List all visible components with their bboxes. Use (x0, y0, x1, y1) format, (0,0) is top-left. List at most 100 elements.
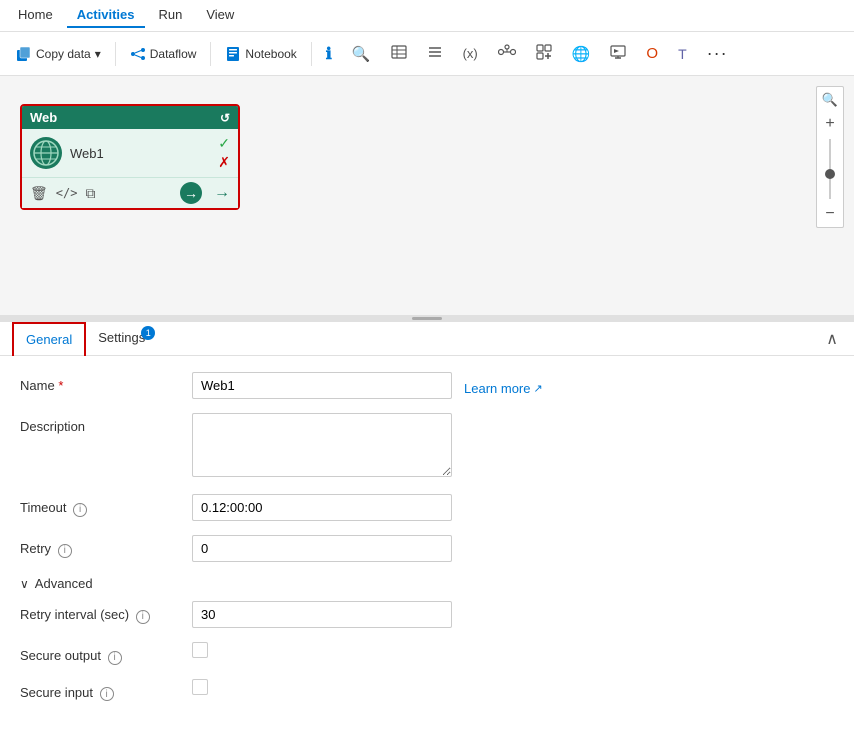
more-icon: ··· (707, 43, 728, 64)
name-input[interactable] (192, 372, 452, 399)
retry-interval-info-icon[interactable]: i (136, 610, 150, 624)
tab-settings[interactable]: Settings 1 (86, 322, 157, 355)
code-button[interactable]: </> (56, 186, 78, 200)
timeout-label: Timeout i (20, 494, 180, 517)
form-body: Name * Learn more ↗ Description (0, 356, 854, 731)
activity-node-header: Web ↺ (22, 106, 238, 129)
info-icon: ℹ (326, 44, 332, 64)
separator2 (210, 42, 211, 66)
expression-button[interactable]: (x) (455, 42, 486, 65)
secure-output-label: Secure output i (20, 642, 180, 665)
secure-input-label: Secure input i (20, 679, 180, 702)
properties-tabs: General Settings 1 ∧ (0, 322, 854, 356)
description-row: Description (20, 413, 834, 480)
table-button[interactable] (383, 40, 415, 67)
more-button[interactable]: ··· (699, 39, 736, 68)
secure-output-control (192, 642, 834, 658)
description-input[interactable] (192, 413, 452, 477)
fail-indicator: ✗ (218, 154, 230, 171)
success-indicator: ✓ (218, 135, 230, 152)
timeout-control (192, 494, 834, 521)
dataflow-button[interactable]: Dataflow (122, 42, 205, 66)
retry-interval-control (192, 601, 834, 628)
list-icon (427, 44, 443, 63)
copy-data-button[interactable]: Copy data ▾ (8, 42, 109, 66)
expression-icon: (x) (463, 46, 478, 61)
retry-control (192, 535, 834, 562)
run-button[interactable]: → (180, 182, 202, 204)
canvas-area[interactable]: Web ↺ Web1 ✓ ✗ (0, 76, 854, 315)
retry-input[interactable] (192, 535, 452, 562)
menu-run[interactable]: Run (149, 3, 193, 28)
secure-output-info-icon[interactable]: i (108, 651, 122, 665)
pipeline-icon (498, 44, 516, 63)
tab-general[interactable]: General (12, 322, 86, 356)
refresh-icon: ↺ (220, 111, 230, 125)
secure-output-row: Secure output i (20, 642, 834, 665)
timeout-info-icon[interactable]: i (73, 503, 87, 517)
copy-button[interactable]: ⧉ (85, 185, 95, 202)
office-icon: O (646, 45, 658, 62)
dataflow-icon (130, 46, 146, 62)
retry-interval-label: Retry interval (sec) i (20, 601, 180, 624)
learn-more-link[interactable]: Learn more ↗ (464, 375, 543, 396)
description-control (192, 413, 834, 480)
activity-node[interactable]: Web ↺ Web1 ✓ ✗ (20, 104, 240, 210)
zoom-out-button[interactable]: − (819, 203, 841, 225)
activity-node-body: Web1 ✓ ✗ (22, 129, 238, 177)
name-row: Name * Learn more ↗ (20, 372, 834, 399)
globe-icon: 🌐 (572, 45, 591, 63)
zoom-controls: 🔍 + − (816, 86, 844, 228)
search-button[interactable]: 🔍 (344, 41, 379, 67)
menu-view[interactable]: View (196, 3, 244, 28)
copy-data-icon (16, 46, 32, 62)
required-indicator: * (58, 378, 63, 393)
separator3 (311, 42, 312, 66)
retry-info-icon[interactable]: i (58, 544, 72, 558)
menu-bar: Home Activities Run View (0, 0, 854, 32)
notebook-button[interactable]: Notebook (217, 42, 304, 66)
arrow-right-icon: → (214, 184, 230, 202)
monitor-icon (610, 44, 626, 63)
zoom-thumb (825, 169, 835, 179)
retry-interval-input[interactable] (192, 601, 452, 628)
secure-input-info-icon[interactable]: i (100, 687, 114, 701)
name-label: Name * (20, 372, 180, 393)
info-button[interactable]: ℹ (318, 40, 340, 68)
activity-node-toolbar: 🗑 </> ⧉ → → (22, 177, 238, 208)
secure-output-checkbox[interactable] (192, 642, 208, 658)
collapse-button[interactable]: ∧ (822, 325, 842, 353)
secure-input-row: Secure input i (20, 679, 834, 702)
retry-row: Retry i (20, 535, 834, 562)
office-button[interactable]: O (638, 41, 666, 66)
monitor-button[interactable] (602, 40, 634, 67)
advanced-toggle[interactable]: ∨ Advanced (20, 576, 834, 591)
trigger-button[interactable] (528, 40, 560, 67)
chevron-down-icon: ∨ (20, 577, 29, 591)
toolbar: Copy data ▾ Dataflow Notebook ℹ 🔍 (x) (0, 32, 854, 76)
teams-icon: T (678, 46, 687, 62)
menu-home[interactable]: Home (8, 3, 63, 28)
secure-input-control (192, 679, 834, 695)
separator (115, 42, 116, 66)
zoom-in-button[interactable]: + (819, 113, 841, 135)
search-icon: 🔍 (352, 45, 371, 63)
name-control: Learn more ↗ (192, 372, 834, 399)
secure-input-checkbox[interactable] (192, 679, 208, 695)
zoom-search-icon[interactable]: 🔍 (819, 89, 841, 111)
globe-button[interactable]: 🌐 (564, 41, 599, 67)
pipeline-button[interactable] (490, 40, 524, 67)
divider-handle (412, 317, 442, 320)
description-label: Description (20, 413, 180, 434)
teams-button[interactable]: T (670, 42, 695, 66)
notebook-icon (225, 46, 241, 62)
zoom-slider[interactable] (829, 139, 831, 199)
menu-activities[interactable]: Activities (67, 3, 145, 28)
advanced-section: ∨ Advanced Retry interval (sec) i (20, 576, 834, 701)
table-icon (391, 44, 407, 63)
trigger-icon (536, 44, 552, 63)
list-button[interactable] (419, 40, 451, 67)
dropdown-icon: ▾ (95, 47, 101, 61)
timeout-input[interactable] (192, 494, 452, 521)
delete-button[interactable]: 🗑 (30, 185, 48, 202)
